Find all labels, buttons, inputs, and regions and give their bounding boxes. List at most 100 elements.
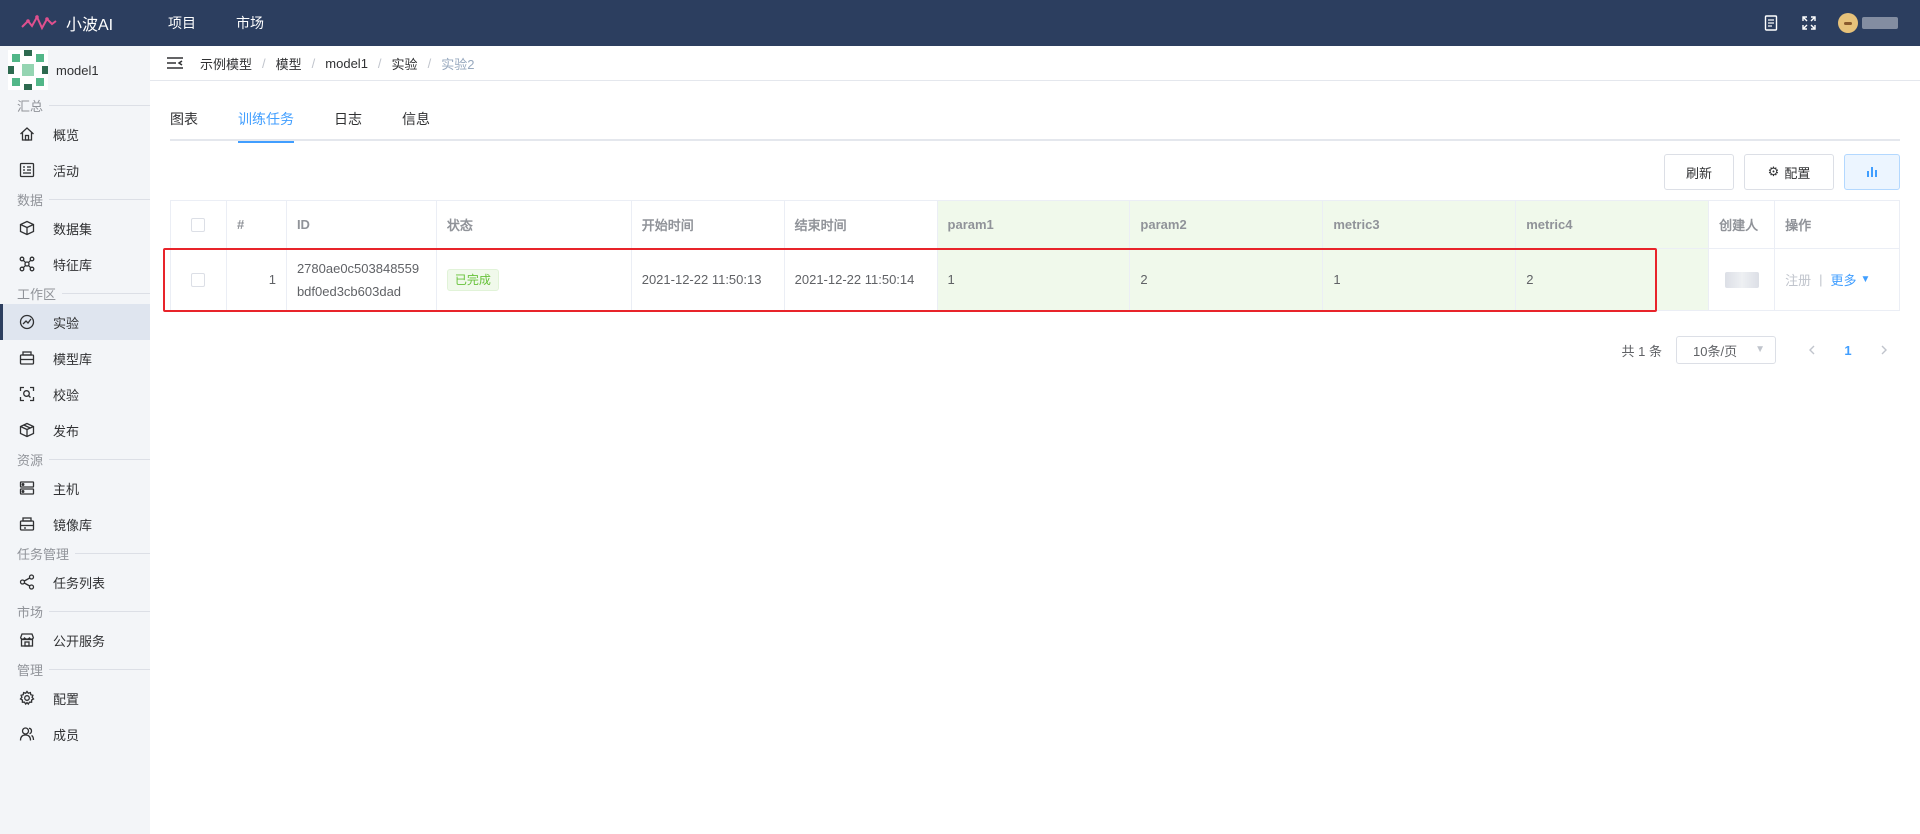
tab-chart[interactable]: 图表: [170, 109, 198, 141]
members-icon: [18, 725, 36, 743]
model-identicon: [8, 50, 48, 90]
group-market: 市场: [0, 600, 150, 622]
chevron-down-icon: ▼: [1755, 344, 1765, 355]
top-nav-market[interactable]: 市场: [236, 13, 264, 33]
row-creator-cell: [1709, 249, 1776, 311]
sidebar-item-settings[interactable]: 配置: [0, 680, 150, 716]
experiment-icon: [18, 313, 36, 331]
sidebar: model1 汇总 概览 活动 数据 数据集 特征库 工作区 实验 模型库 校验…: [0, 46, 150, 834]
row-id[interactable]: 2780ae0c503848559 bdf0ed3cb603dad: [297, 257, 419, 303]
tab-logs[interactable]: 日志: [334, 109, 362, 141]
page-size-select[interactable]: 10条/页 ▼: [1676, 336, 1776, 364]
sidebar-item-model-store[interactable]: 模型库: [0, 340, 150, 376]
app-logo[interactable]: 小波AI: [20, 11, 138, 35]
app-name: 小波AI: [66, 17, 114, 34]
group-summary-title: 汇总: [17, 95, 50, 115]
tab-bar: 图表 训练任务 日志 信息: [170, 109, 1900, 143]
tab-training-tasks[interactable]: 训练任务: [238, 109, 294, 143]
breadcrumb-separator: /: [377, 55, 382, 71]
more-actions-link[interactable]: 更多: [1830, 270, 1856, 289]
sidebar-item-label: 主机: [53, 481, 80, 497]
header-status: 状态: [436, 201, 632, 249]
table-row[interactable]: 1 2780ae0c503848559 bdf0ed3cb603dad 已完成 …: [171, 249, 1900, 311]
chevron-down-icon[interactable]: ▼: [1860, 274, 1870, 285]
sidebar-item-public-service[interactable]: 公开服务: [0, 622, 150, 658]
model-header[interactable]: model1: [0, 46, 150, 94]
sidebar-item-dataset[interactable]: 数据集: [0, 210, 150, 246]
refresh-button[interactable]: 刷新: [1664, 154, 1734, 190]
config-button-label: 配置: [1784, 165, 1811, 181]
row-id-line2: bdf0ed3cb603dad: [296, 283, 402, 299]
model-store-icon: [18, 349, 36, 367]
breadcrumb-separator: /: [262, 55, 266, 71]
sidebar-item-label: 数据集: [53, 221, 93, 237]
fullscreen-icon[interactable]: [1800, 14, 1818, 32]
group-market-title: 市场: [17, 601, 50, 621]
breadcrumb-item[interactable]: 实验: [392, 54, 418, 73]
row-metric4: 2: [1516, 249, 1710, 311]
sidebar-item-task-list[interactable]: 任务列表: [0, 564, 150, 600]
home-icon: [18, 125, 36, 143]
wave-logo-icon: [21, 14, 57, 31]
config-button[interactable]: ⚙ 配置: [1744, 154, 1834, 190]
breadcrumb-bar: 示例模型 / 模型 / model1 / 实验 / 实验2: [150, 46, 1920, 81]
pagination-total: 共 1 条: [1621, 343, 1662, 359]
sidebar-item-validate[interactable]: 校验: [0, 376, 150, 412]
sidebar-item-label: 校验: [53, 387, 80, 403]
user-avatar[interactable]: [1838, 13, 1858, 33]
sidebar-item-members[interactable]: 成员: [0, 716, 150, 752]
page-size-value: 10条/页: [1693, 343, 1738, 359]
group-task-management-title: 任务管理: [17, 543, 76, 563]
username-blurred[interactable]: [1862, 17, 1898, 29]
group-resources: 资源: [0, 448, 150, 470]
tab-info[interactable]: 信息: [402, 109, 430, 141]
top-nav-projects[interactable]: 项目: [168, 13, 196, 33]
refresh-button-label: 刷新: [1685, 165, 1712, 181]
header-metric4: metric4: [1516, 201, 1710, 249]
sidebar-item-label: 实验: [53, 315, 80, 331]
next-page-button[interactable]: [1870, 336, 1898, 364]
select-all-checkbox[interactable]: [191, 217, 206, 232]
breadcrumb-item[interactable]: 模型: [276, 54, 302, 73]
breadcrumb-item[interactable]: 示例模型: [200, 54, 252, 73]
register-link[interactable]: 注册: [1785, 270, 1811, 289]
model-name: model1: [56, 62, 99, 78]
row-actions-cell: 注册 | 更多 ▼: [1775, 249, 1900, 311]
chart-view-button[interactable]: [1844, 154, 1900, 190]
public-service-icon: [18, 631, 36, 649]
header-metric3: metric3: [1323, 201, 1517, 249]
feature-store-icon: [18, 255, 36, 273]
sidebar-item-label: 成员: [53, 727, 80, 743]
group-data-title: 数据: [17, 189, 50, 209]
sidebar-item-feature-store[interactable]: 特征库: [0, 246, 150, 282]
page-number-current[interactable]: 1: [1826, 336, 1870, 364]
breadcrumb: 示例模型 / 模型 / model1 / 实验 / 实验2: [200, 54, 474, 73]
sidebar-item-label: 模型库: [53, 351, 93, 367]
top-bar: 小波AI 项目 市场: [0, 0, 1920, 46]
row-status-cell: 已完成: [436, 249, 632, 311]
breadcrumb-item[interactable]: model1: [325, 56, 368, 71]
prev-page-button[interactable]: [1798, 336, 1826, 364]
sidebar-item-activity[interactable]: 活动: [0, 152, 150, 188]
action-divider: |: [1819, 272, 1823, 287]
row-index: 1: [226, 249, 287, 311]
sidebar-item-publish[interactable]: 发布: [0, 412, 150, 448]
sidebar-item-experiment[interactable]: 实验: [0, 304, 150, 340]
row-select-cell: [171, 249, 227, 311]
row-id-cell: 2780ae0c503848559 bdf0ed3cb603dad: [286, 249, 437, 311]
sidebar-item-image-store[interactable]: 镜像库: [0, 506, 150, 542]
group-admin: 管理: [0, 658, 150, 680]
sidebar-item-host[interactable]: 主机: [0, 470, 150, 506]
row-checkbox[interactable]: [191, 272, 206, 287]
sidebar-item-label: 任务列表: [53, 575, 106, 591]
row-end-time: 2021-12-22 11:50:14: [784, 249, 938, 311]
document-icon[interactable]: [1762, 14, 1780, 32]
chevron-right-icon: [1881, 345, 1887, 355]
collapse-menu-icon[interactable]: [166, 54, 184, 72]
header-param1: param1: [937, 201, 1131, 249]
row-id-line1: 2780ae0c503848559: [296, 260, 420, 276]
sidebar-item-overview[interactable]: 概览: [0, 116, 150, 152]
gear-icon: ⚙: [1767, 164, 1780, 179]
sidebar-item-label: 镜像库: [53, 517, 93, 533]
training-tasks-table: # ID 状态 开始时间 结束时间 param1 param2 metric3 …: [170, 200, 1900, 311]
